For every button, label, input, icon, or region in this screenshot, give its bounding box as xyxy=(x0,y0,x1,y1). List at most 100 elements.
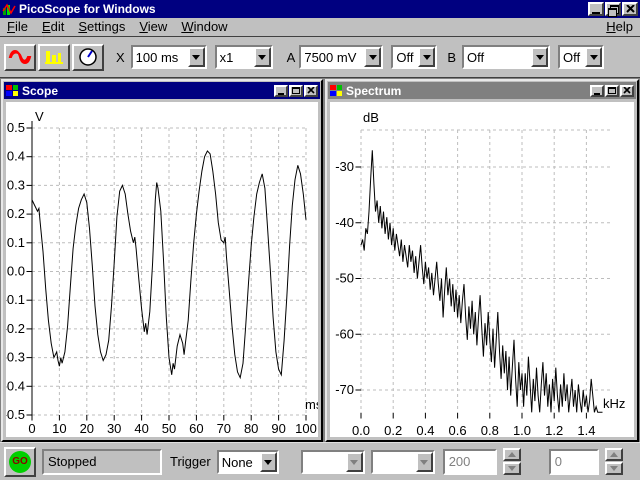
meter-dial-icon xyxy=(79,48,97,66)
spectrum-plot-area: -30 -40 -50 -60 -70 0.0 0.2 0.4 0.6 0.8 1.0 1.2 1.4 d… xyxy=(330,102,634,437)
svg-text:0.5: 0.5 xyxy=(7,120,25,135)
svg-text:0: 0 xyxy=(28,421,35,436)
scope-plot-area: 0.5 0.4 0.3 0.2 0.1 0.0 -0.1 -0.2 -0.3 -0.4 -0.50 1… xyxy=(6,102,318,437)
spectrum-titlebar[interactable]: Spectrum xyxy=(328,82,636,99)
svg-text:0.3: 0.3 xyxy=(7,177,25,192)
menu-item-view[interactable]: View xyxy=(132,18,174,36)
window-title: PicoScope for Windows xyxy=(19,2,156,16)
status-field: Stopped xyxy=(42,448,162,475)
go-button[interactable]: GO xyxy=(4,446,36,477)
arrow-down-icon xyxy=(609,466,618,475)
channel-b-range-combo[interactable]: Off xyxy=(462,45,551,69)
close-button[interactable] xyxy=(304,84,318,97)
menu-item-settings[interactable]: Settings xyxy=(71,18,132,36)
svg-text:V: V xyxy=(35,109,44,124)
channel-a-function-combo[interactable]: Off xyxy=(391,45,438,69)
scope-titlebar[interactable]: Scope xyxy=(4,82,320,99)
scope-window-title: Scope xyxy=(22,83,59,98)
svg-text:0.4: 0.4 xyxy=(416,423,434,437)
trigger-mode-value: None xyxy=(221,454,253,470)
menu-item-edit[interactable]: Edit xyxy=(35,18,71,36)
close-button[interactable] xyxy=(620,84,634,97)
channel-a-label: A xyxy=(286,49,296,65)
toolbar: X 100 ms x1 A 7500 mV Off B Off Off xyxy=(0,37,640,77)
trigger-mode-combo[interactable]: None xyxy=(216,449,279,474)
channel-a-function-value: Off xyxy=(396,50,414,65)
spectrum-view-button[interactable] xyxy=(38,43,70,71)
svg-text:0.1: 0.1 xyxy=(7,235,25,250)
minimize-button[interactable] xyxy=(588,2,604,16)
timebase-combo[interactable]: 100 ms xyxy=(130,45,207,69)
dropdown-arrow-icon[interactable] xyxy=(364,47,382,67)
channel-b-function-combo[interactable]: Off xyxy=(558,45,605,69)
minimize-button[interactable] xyxy=(274,84,288,97)
trigger-edge-combo xyxy=(370,449,435,474)
meter-view-button[interactable] xyxy=(72,43,104,71)
picoscope-window: PicoScope for Windows File Edit Settings Vi… xyxy=(0,0,640,480)
spectrum-window-title: Spectrum xyxy=(346,83,402,98)
menu-item-file[interactable]: File xyxy=(0,18,35,36)
dropdown-arrow-icon[interactable] xyxy=(253,47,271,67)
svg-text:80: 80 xyxy=(244,421,258,436)
threshold-value: 200 xyxy=(442,448,497,475)
delay-value: 0 xyxy=(548,448,599,475)
dropdown-arrow-icon xyxy=(415,451,433,472)
maximize-button[interactable] xyxy=(605,84,619,97)
scope-view-button[interactable] xyxy=(4,43,36,71)
menu-item-window[interactable]: Window xyxy=(174,18,234,36)
maximize-icon xyxy=(608,87,616,94)
arrow-up-icon xyxy=(609,448,618,457)
multiplier-combo[interactable]: x1 xyxy=(214,45,273,69)
channel-b-label: B xyxy=(447,49,457,65)
svg-text:-0.1: -0.1 xyxy=(6,292,25,307)
svg-text:10: 10 xyxy=(52,421,66,436)
svg-text:-0.2: -0.2 xyxy=(6,321,25,336)
spectrum-window: Spectrum -30 -40 -50 -60 -70 0.0 0.2 0.4 0.6 0.8 1… xyxy=(325,79,639,442)
scope-trace xyxy=(31,150,307,380)
svg-text:-0.4: -0.4 xyxy=(6,378,25,393)
delay-spinner: 0 xyxy=(548,448,623,475)
mdi-area: Scope 0.5 0.4 0.3 0.2 0.1 0.0 -0.1 -0.2 -0.3 -0.4… xyxy=(0,77,640,442)
maximize-icon xyxy=(292,87,300,94)
dropdown-arrow-icon[interactable] xyxy=(259,451,277,472)
svg-text:-60: -60 xyxy=(335,326,354,341)
svg-text:30: 30 xyxy=(107,421,121,436)
minimize-icon xyxy=(594,92,600,95)
svg-text:0.8: 0.8 xyxy=(481,423,499,437)
spectrum-trace xyxy=(360,150,603,413)
minimize-button[interactable] xyxy=(590,84,604,97)
go-icon: GO xyxy=(9,450,31,473)
dropdown-arrow-icon[interactable] xyxy=(187,47,205,67)
timebase-value: 100 ms xyxy=(135,50,179,65)
status-bar: GO Stopped Trigger None 200 0 xyxy=(0,442,640,480)
spin-down-button xyxy=(502,462,521,475)
trigger-edge-value xyxy=(373,452,416,472)
threshold-spinner: 200 xyxy=(442,448,521,475)
scope-window: Scope 0.5 0.4 0.3 0.2 0.1 0.0 -0.1 -0.2 -0.3 -0.4… xyxy=(1,79,323,442)
menu-item-help[interactable]: Help xyxy=(599,18,640,36)
svg-text:-0.5: -0.5 xyxy=(6,407,25,422)
svg-text:40: 40 xyxy=(134,421,148,436)
close-button[interactable] xyxy=(622,2,638,16)
channel-b-range-value: Off xyxy=(467,50,485,65)
dropdown-arrow-icon[interactable] xyxy=(531,47,549,67)
restore-button[interactable] xyxy=(605,2,621,17)
scope-window-icon xyxy=(6,84,19,97)
svg-text:0.2: 0.2 xyxy=(384,423,402,437)
channel-b-function-value: Off xyxy=(563,50,581,65)
spectrum-bars-icon xyxy=(45,51,63,64)
spectrum-axes xyxy=(355,166,587,419)
channel-a-range-combo[interactable]: 7500 mV xyxy=(299,45,384,69)
dropdown-arrow-icon xyxy=(345,451,363,472)
spectrum-window-icon xyxy=(330,84,343,97)
x-axis-label: X xyxy=(116,49,125,65)
svg-text:-30: -30 xyxy=(335,159,354,174)
window-controls xyxy=(588,2,638,17)
scope-chart: 0.5 0.4 0.3 0.2 0.1 0.0 -0.1 -0.2 -0.3 -0.4 -0.50 1… xyxy=(6,109,318,436)
svg-text:0.2: 0.2 xyxy=(7,206,25,221)
svg-text:-50: -50 xyxy=(335,271,354,286)
dropdown-arrow-icon[interactable] xyxy=(585,47,603,67)
main-titlebar: PicoScope for Windows xyxy=(0,0,640,18)
maximize-button[interactable] xyxy=(289,84,303,97)
dropdown-arrow-icon[interactable] xyxy=(418,47,436,67)
